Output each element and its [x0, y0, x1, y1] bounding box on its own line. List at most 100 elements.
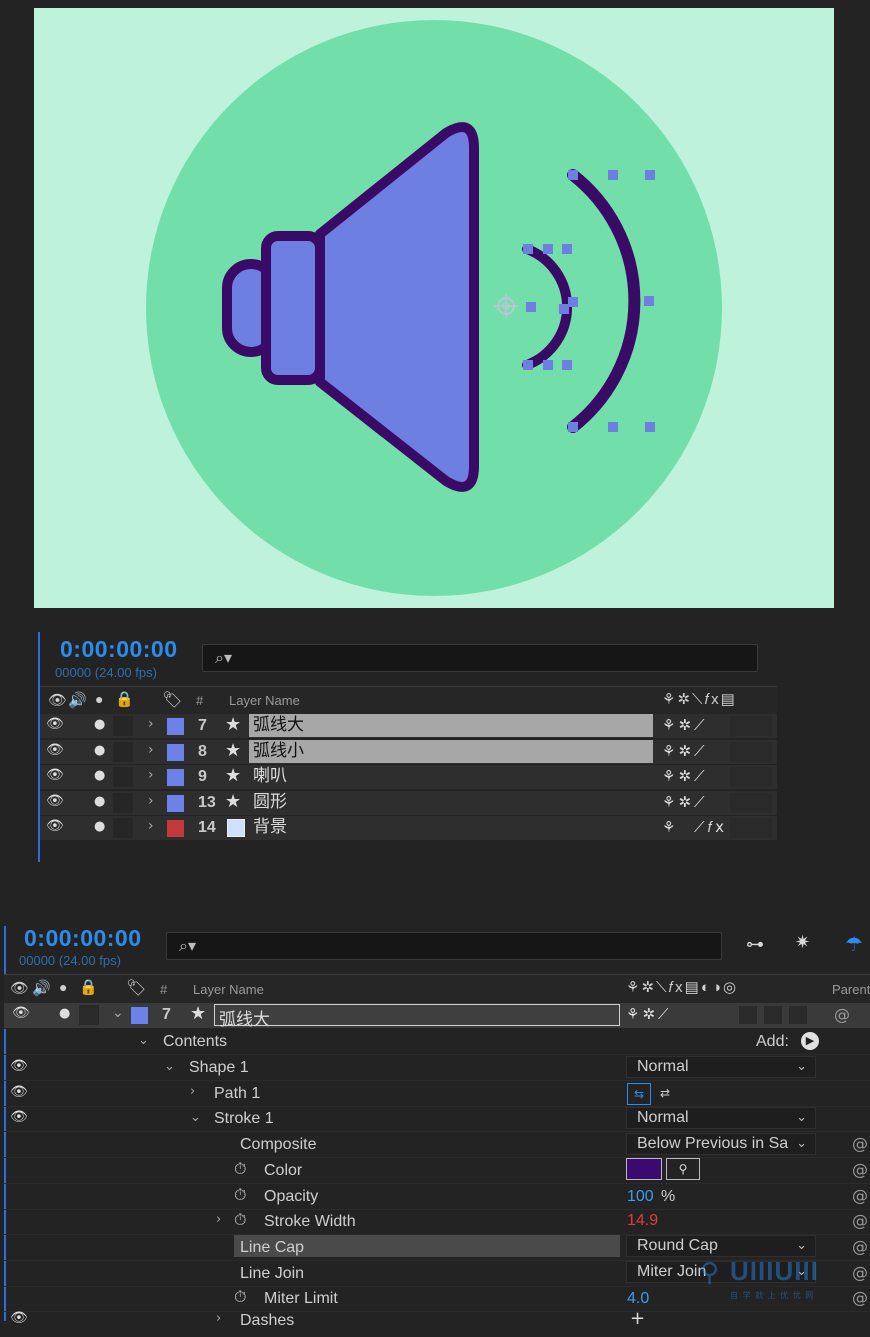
layer-name-field[interactable]: 弧线大 [214, 1004, 620, 1030]
miter-limit-label[interactable]: Miter Limit [264, 1290, 338, 1308]
lock-icon[interactable]: 🔒 [115, 690, 134, 708]
eye-icon[interactable]: 👁 [10, 1084, 28, 1100]
dashes-label[interactable]: Dashes [240, 1312, 294, 1330]
3d-toggle[interactable] [789, 1006, 807, 1024]
contents-label[interactable]: Contents [163, 1033, 227, 1051]
chevron-right-icon[interactable]: › [148, 793, 154, 809]
eye-icon[interactable]: 👁 [46, 767, 64, 783]
solo-dot-icon[interactable]: ● [94, 743, 105, 758]
path1-label[interactable]: Path 1 [214, 1085, 260, 1103]
layer-row[interactable]: 👁 ● › 13 ★ 圆形 ⚘✲⟋ [40, 790, 777, 816]
timecode[interactable]: 0:00:00:00 [60, 636, 178, 663]
add-dash-icon[interactable]: + [630, 1308, 645, 1329]
chevron-right-icon[interactable]: › [148, 742, 154, 758]
layer-switches[interactable]: ⚘✲⟋ [662, 767, 708, 785]
switch-slots[interactable] [730, 818, 772, 838]
stopwatch-icon[interactable]: ⏱ [234, 1185, 246, 1205]
switch-slots[interactable] [730, 741, 772, 762]
solo-dot-icon[interactable]: ● [59, 1006, 70, 1021]
expression-pickwhip-icon[interactable]: @ [852, 1160, 868, 1179]
layer-switches[interactable]: ⚘✲⟋ [662, 716, 708, 734]
path-direction-icon[interactable]: ⇆ [627, 1083, 651, 1105]
shape1-label[interactable]: Shape 1 [189, 1059, 249, 1077]
draft-3d-icon[interactable]: ✷ [795, 932, 810, 953]
layer-search-input-2[interactable]: ⌕▾ [166, 932, 722, 960]
layer-row-expanded[interactable]: 👁 ● ⌄ 7 ★ 弧线大 ⚘✲⟋ @ [4, 1003, 870, 1030]
lock-toggle[interactable] [113, 716, 133, 736]
eye-icon[interactable]: 👁 [10, 1058, 28, 1074]
label-color-swatch[interactable] [167, 743, 184, 761]
chevron-down-icon[interactable]: ⌄ [164, 1059, 175, 1074]
shape1-blend-dropdown[interactable]: Normal ⌄ [626, 1056, 816, 1078]
composite-dropdown[interactable]: Below Previous in Sa ⌄ [626, 1133, 816, 1155]
expression-pickwhip-icon[interactable]: @ [852, 1186, 868, 1205]
chevron-right-icon[interactable]: › [148, 818, 154, 834]
lock-icon[interactable]: 🔒 [79, 978, 98, 996]
label-color-swatch[interactable] [167, 794, 184, 812]
layer-name[interactable]: 圆形 [249, 791, 653, 814]
switches-icons[interactable]: ⚘✲⟍𝑓x▤◐◑◎ [626, 978, 738, 996]
expression-pickwhip-icon[interactable]: @ [852, 1288, 868, 1307]
chevron-right-icon[interactable]: › [190, 1084, 195, 1099]
eye-icon[interactable]: 👁 [10, 1310, 28, 1326]
eye-icon[interactable]: 👁 [12, 1005, 30, 1021]
color-label[interactable]: Color [264, 1162, 302, 1180]
layer-search-input[interactable]: ⌕▾ [202, 644, 758, 672]
color-row[interactable]: ⏱ Color ⚲ @ [4, 1158, 870, 1184]
lock-toggle[interactable] [113, 818, 133, 838]
eye-icon[interactable]: 👁 [46, 818, 64, 834]
expression-pickwhip-icon[interactable]: @ [852, 1237, 868, 1256]
layer-switches[interactable]: ⚘✲⟋ [662, 793, 708, 811]
speaker-neck[interactable] [261, 231, 325, 385]
layer-name[interactable]: 喇叭 [249, 765, 653, 788]
layer-name[interactable]: 弧线大 [249, 714, 653, 737]
stopwatch-icon[interactable]: ⏱ [234, 1210, 246, 1230]
switch-slots[interactable] [730, 716, 772, 736]
solo-dot-icon[interactable]: ● [94, 794, 105, 809]
chevron-down-icon[interactable]: ⌄ [112, 1005, 124, 1021]
label-color-swatch[interactable] [167, 769, 184, 786]
expression-pickwhip-icon[interactable]: @ [852, 1134, 868, 1153]
chevron-right-icon[interactable]: › [216, 1212, 221, 1227]
opacity-row[interactable]: ⏱ Opacity 100 % @ [4, 1184, 870, 1210]
shape1-row[interactable]: 👁 ⌄ Shape 1 Normal ⌄ [4, 1055, 870, 1081]
stroke1-row[interactable]: 👁 ⌄ Stroke 1 Normal ⌄ [4, 1106, 870, 1132]
line-cap-label[interactable]: Line Cap [240, 1239, 304, 1257]
stroke-width-value[interactable]: 14.9 [627, 1212, 658, 1230]
dashes-row[interactable]: 👁 › Dashes + [4, 1308, 870, 1337]
chevron-down-icon[interactable]: ⌄ [190, 1110, 201, 1125]
expression-pickwhip-icon[interactable]: @ [852, 1211, 868, 1230]
miter-limit-value[interactable]: 4.0 [627, 1290, 649, 1308]
timecode-2[interactable]: 0:00:00:00 [24, 925, 142, 952]
lock-toggle[interactable] [113, 792, 133, 813]
composition-canvas[interactable] [34, 8, 834, 608]
chevron-right-icon[interactable]: › [216, 1311, 221, 1326]
lock-toggle[interactable] [113, 767, 133, 787]
layer-row[interactable]: 👁 ● › 7 ★ 弧线大 ⚘✲⟋ [40, 714, 777, 739]
eye-icon[interactable]: 👁 [46, 716, 64, 732]
stroke-color-swatch[interactable] [626, 1158, 662, 1180]
solo-dot-icon[interactable]: ● [94, 768, 105, 783]
expression-pickwhip-icon[interactable]: @ [852, 1263, 868, 1282]
eye-icon[interactable]: 👁 [10, 1109, 28, 1125]
solo-icon[interactable]: ● [59, 979, 67, 995]
motion-blur-toggle[interactable] [739, 1006, 757, 1024]
label-color-swatch[interactable] [167, 820, 184, 837]
eye-icon[interactable]: 👁 [46, 742, 64, 758]
column-parent[interactable]: Parent [832, 982, 870, 997]
layer-row[interactable]: 👁 ● › 14 背景 ⚘ ⟋𝑓x [40, 816, 777, 841]
add-menu-button[interactable]: ▶ [801, 1032, 819, 1050]
chevron-right-icon[interactable]: › [148, 716, 154, 732]
stopwatch-icon[interactable]: ⏱ [234, 1159, 246, 1179]
layer-name[interactable]: 弧线小 [249, 739, 653, 763]
opacity-value[interactable]: 100 [627, 1188, 654, 1206]
eye-icon[interactable]: 👁 [10, 979, 29, 997]
solo-dot-icon[interactable]: ● [94, 717, 105, 732]
solo-icon[interactable]: ● [95, 691, 103, 707]
stopwatch-icon[interactable]: ⏱ [234, 1287, 246, 1307]
switches-icons[interactable]: ⚘✲⟍𝑓x▤ [662, 690, 737, 708]
composite-label[interactable]: Composite [240, 1136, 316, 1154]
switch-slots[interactable] [730, 767, 772, 787]
label-tag-icon[interactable]: 🏷 [126, 978, 146, 998]
layer-switches[interactable]: ⚘ ⟋𝑓x [662, 818, 727, 836]
